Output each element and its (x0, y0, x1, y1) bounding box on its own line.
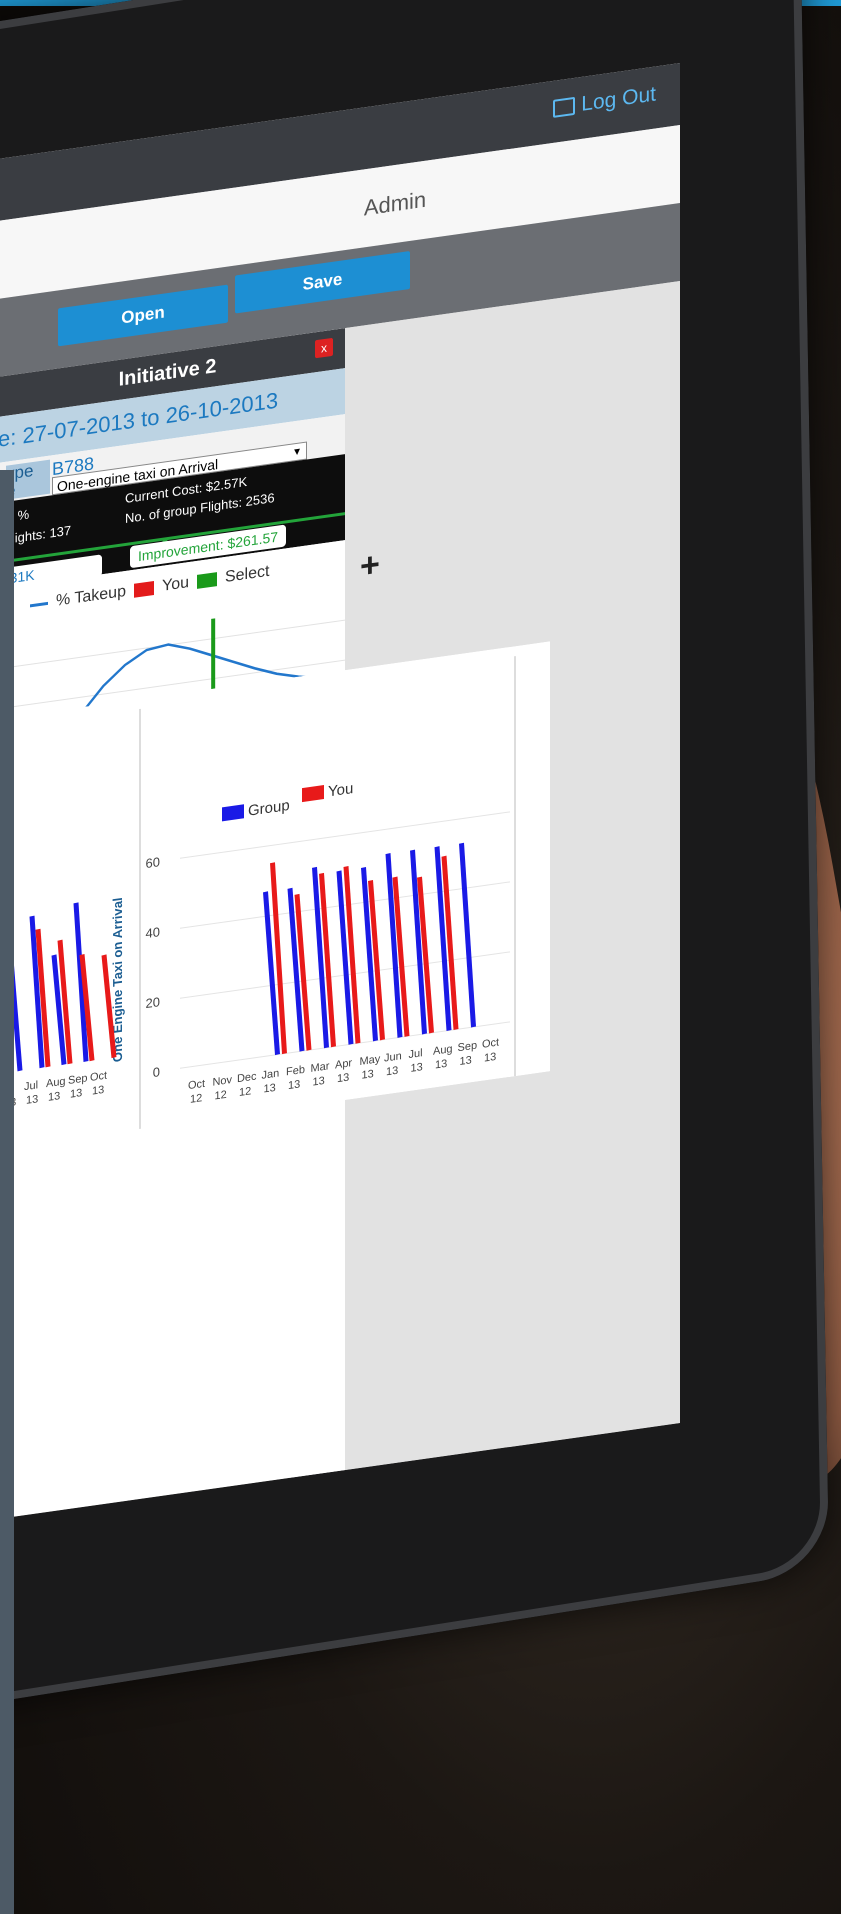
add-panel-icon[interactable]: + (360, 545, 380, 587)
x-tick-label: 13 (484, 1051, 496, 1065)
left-x-tick: 13 (70, 1087, 82, 1101)
gridline (4, 619, 345, 669)
logout-icon (553, 96, 576, 118)
y-tick-label: 20 (146, 994, 160, 1011)
y-tick-label: 60 (146, 854, 160, 871)
x-tick-label: 12 (190, 1092, 202, 1106)
left-x-tick: 13 (92, 1084, 104, 1098)
logout-link[interactable]: Log Out (553, 82, 656, 120)
y-tick-label: 0 (153, 1064, 160, 1080)
left-side-strip (0, 470, 14, 1914)
legend-you-label: You (328, 780, 353, 800)
x-tick-label: Jul (409, 1047, 423, 1061)
tablet-screen: Log Out Admin Open Save + Initiative 2 x… (0, 63, 680, 1520)
x-tick-label: Oct (188, 1078, 205, 1092)
x-tick-label: 12 (239, 1085, 251, 1099)
x-tick-label: 13 (313, 1075, 325, 1089)
open-button[interactable]: Open (58, 284, 228, 347)
left-x-tick: Jul (24, 1079, 38, 1093)
x-tick-label: 12 (215, 1089, 227, 1103)
left-x-tick: Oct (90, 1070, 107, 1084)
close-icon[interactable]: x (315, 337, 333, 359)
x-tick-label: Apr (335, 1057, 352, 1071)
logout-label: Log Out (581, 82, 656, 116)
x-tick-label: 13 (362, 1068, 374, 1082)
y-tick-label: 40 (146, 924, 160, 941)
x-tick-label: 13 (264, 1082, 276, 1096)
x-tick-label: 13 (386, 1065, 398, 1079)
x-tick-label: 13 (337, 1072, 349, 1086)
x-tick-label: 13 (460, 1054, 472, 1068)
x-tick-label: Oct (482, 1036, 499, 1050)
x-tick-label: 13 (411, 1061, 423, 1075)
one-engine-bar-chart: 0204060One Engine Taxi on ArrivalOct12No… (0, 641, 550, 1150)
x-tick-label: Jun (384, 1050, 402, 1064)
x-tick-label: Jan (262, 1067, 280, 1081)
left-x-tick: 13 (26, 1093, 38, 1107)
left-x-tick: 13 (48, 1090, 60, 1104)
x-tick-label: 13 (435, 1058, 447, 1072)
x-tick-label: 13 (288, 1078, 300, 1092)
